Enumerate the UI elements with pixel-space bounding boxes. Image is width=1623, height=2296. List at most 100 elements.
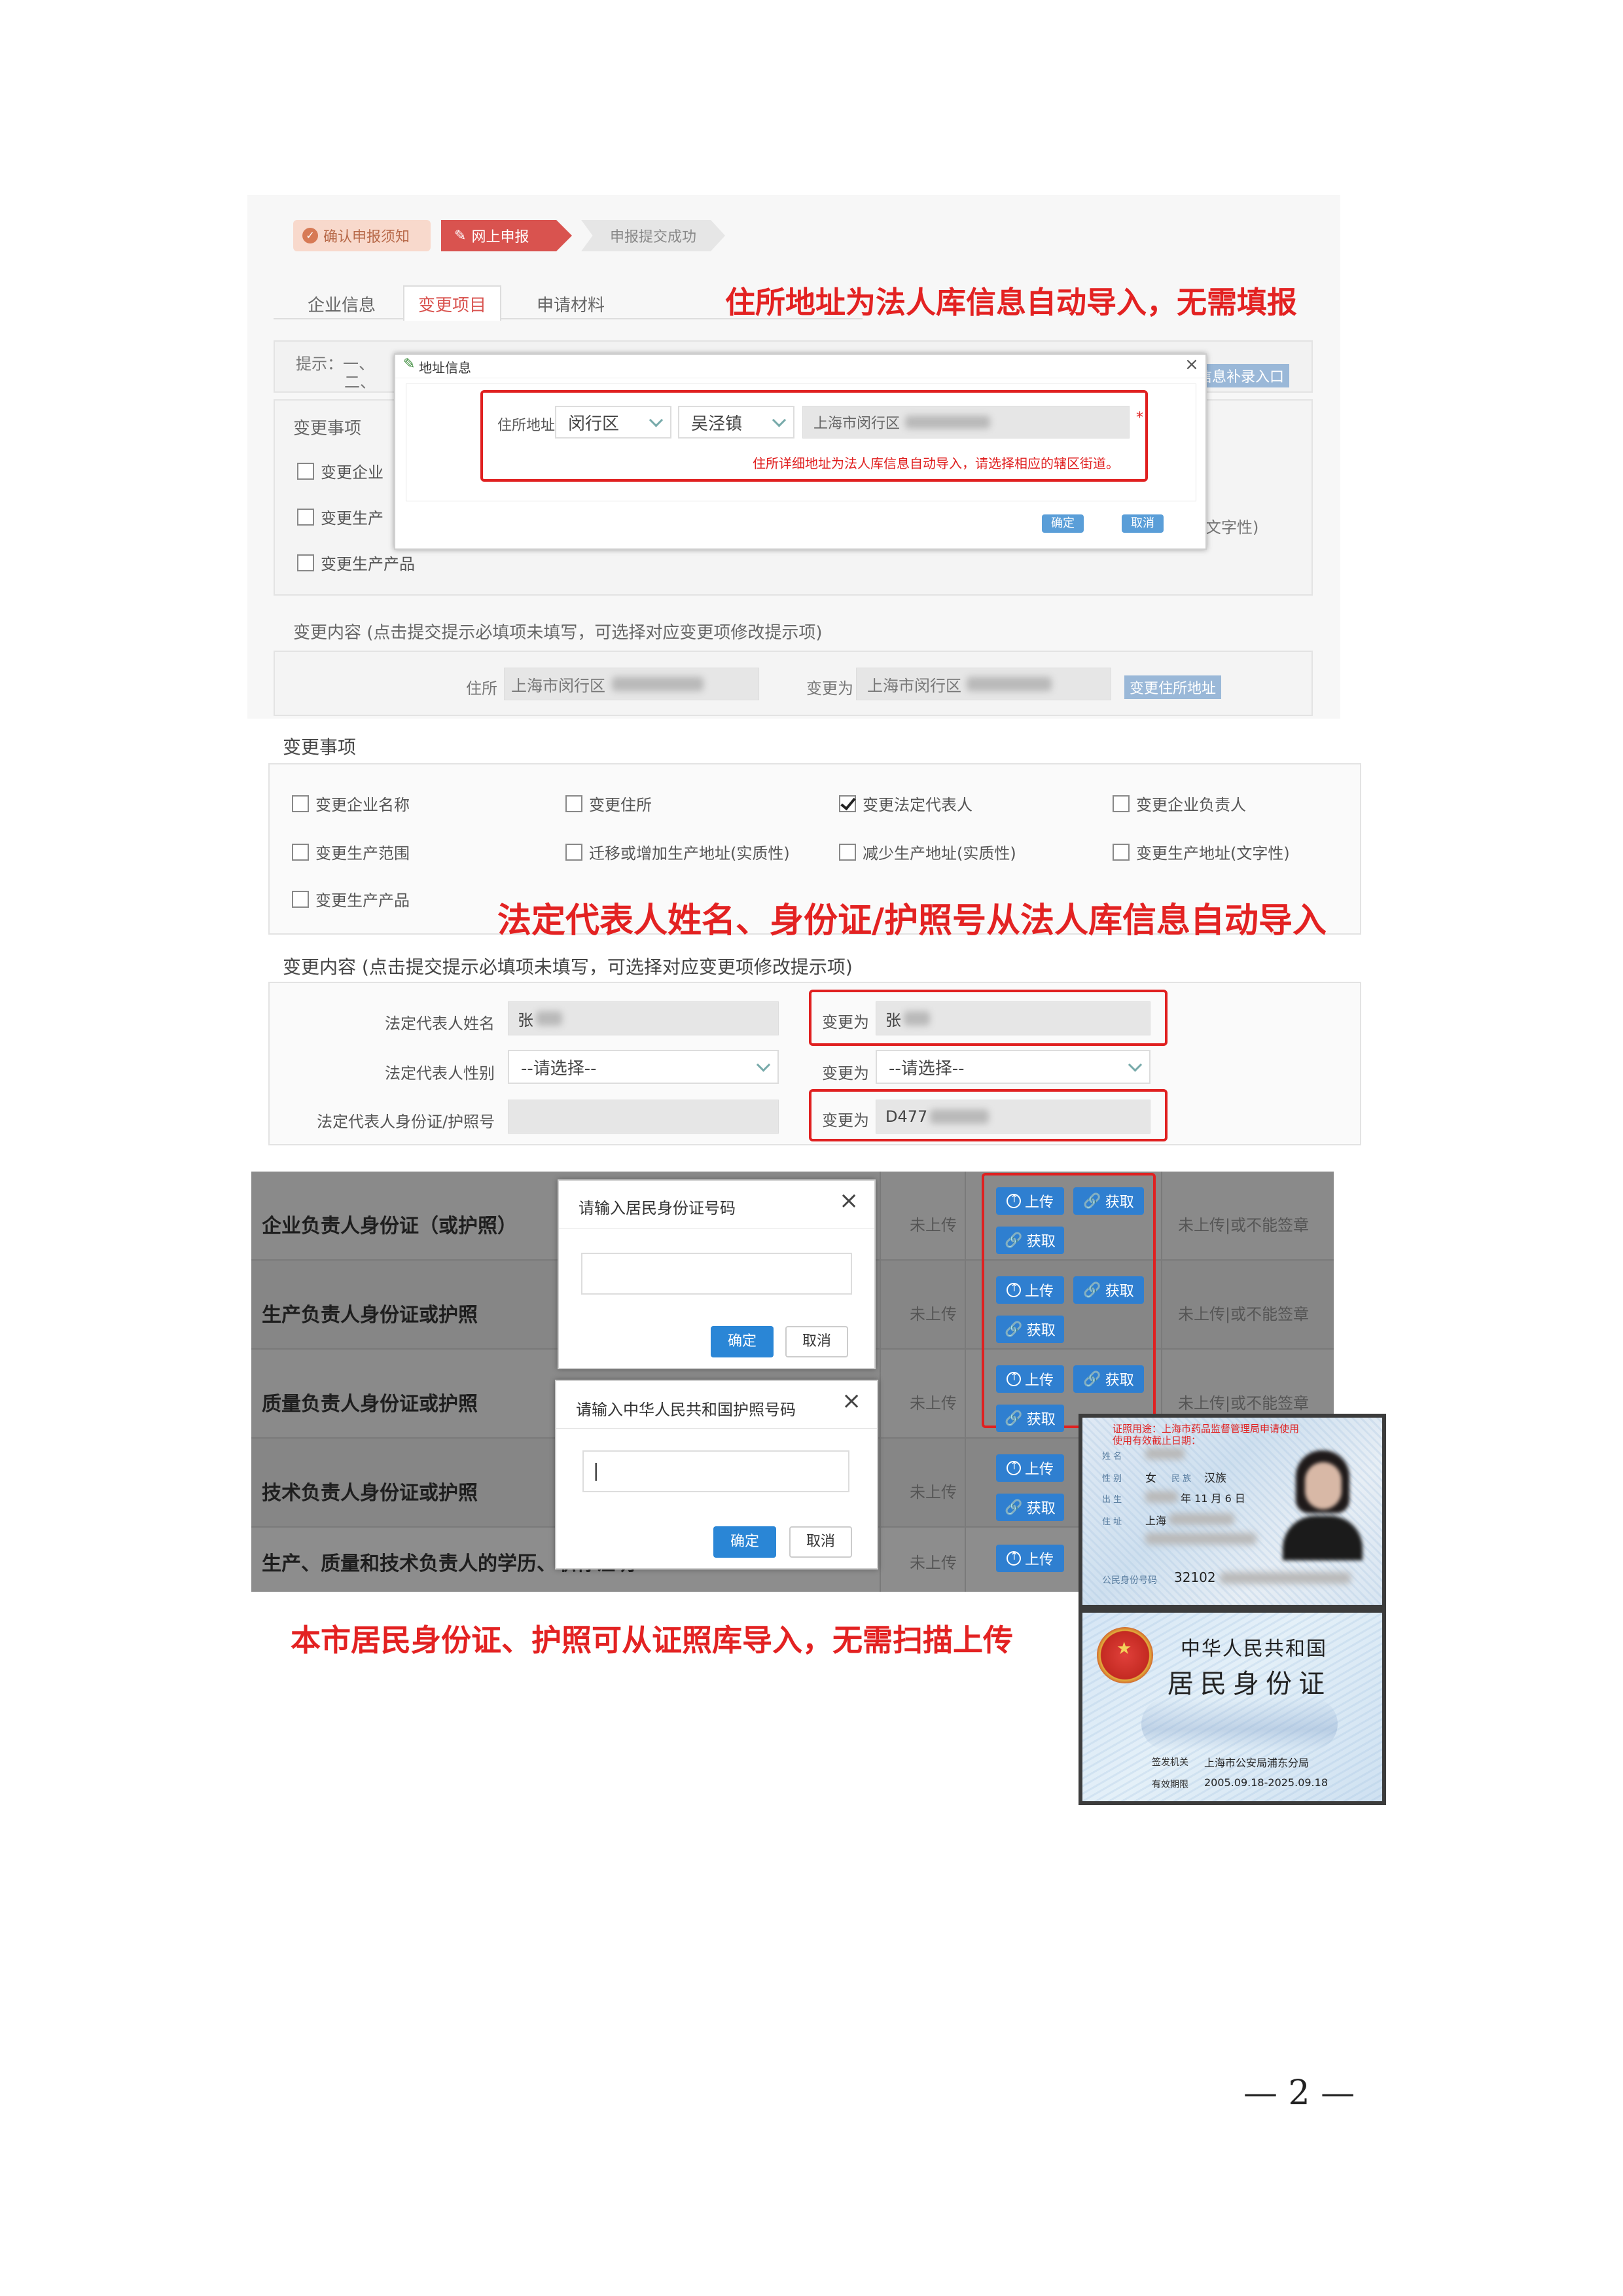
id-addr: 上海 [1145, 1515, 1167, 1527]
step-success[interactable]: 申报提交成功 [581, 220, 725, 251]
dialog-cancel-button[interactable]: 取消 [789, 1526, 852, 1558]
tab-change-items[interactable]: 变更项目 [403, 285, 501, 321]
tab-company-info[interactable]: 企业信息 [308, 292, 376, 316]
passport-number-dialog: 请输入中华人民共和国护照号码 × | 确定 取消 [555, 1380, 878, 1570]
id-field-sex: 性 别 [1102, 1474, 1122, 1484]
checkbox-checked[interactable] [839, 795, 856, 812]
checkbox-reduce-production-address[interactable]: 减少生产地址(实质性) [839, 840, 1016, 863]
fetch-button[interactable]: 🔗 获取 [996, 1494, 1064, 1521]
change-address-button[interactable]: 变更住所地址 [1124, 675, 1222, 699]
table-row-label: 技术负责人身份证或护照 [262, 1482, 478, 1505]
upload-button[interactable]: 上传 [996, 1365, 1064, 1393]
pencil-icon: ✎ [403, 356, 416, 372]
signature-status: 未上传|或不能签章 [1178, 1394, 1310, 1412]
step-label: 申报提交成功 [610, 229, 697, 245]
legal-rep-name-label: 法定代表人姓名 [385, 1014, 495, 1033]
dialog-ok-button[interactable]: 确定 [1042, 514, 1084, 533]
close-icon[interactable]: × [842, 1388, 861, 1414]
upload-button[interactable]: 上传 [996, 1187, 1064, 1215]
checkbox-add-production-address[interactable]: 迁移或增加生产地址(实质性) [565, 840, 790, 863]
great-wall-pattern [1141, 1698, 1338, 1750]
checkbox-change-product[interactable]: 变更生产产品 [297, 551, 415, 574]
section-title: 变更事项 [293, 419, 362, 439]
detail-address-input[interactable]: 上海市闵行区 [802, 406, 1130, 439]
town-select[interactable]: 吴泾镇 [678, 406, 794, 439]
checkbox-change-company-head[interactable]: 变更企业负责人 [1113, 792, 1246, 815]
tab-materials[interactable]: 申请材料 [537, 292, 605, 316]
district-select[interactable]: 闵行区 [555, 406, 671, 439]
button-label: 获取 [1026, 1323, 1056, 1339]
dialog-ok-button[interactable]: 确定 [713, 1526, 776, 1558]
step-confirm[interactable]: ✓ 确认申报须知 [293, 220, 431, 251]
checkbox[interactable] [292, 890, 309, 908]
checkbox[interactable] [565, 795, 582, 812]
checkbox[interactable] [1113, 843, 1130, 861]
button-label: 获取 [1026, 1234, 1056, 1250]
id-number-input[interactable] [581, 1253, 852, 1295]
checkbox[interactable] [292, 843, 309, 861]
fetch-button[interactable]: 🔗 获取 [996, 1316, 1064, 1343]
dialog-tip: 住所详细地址为法人库信息自动导入，请选择相应的辖区街道。 [753, 456, 1119, 471]
legal-rep-id-label: 法定代表人身份证/护照号 [317, 1113, 495, 1131]
checkbox[interactable] [292, 795, 309, 812]
checkbox[interactable] [1113, 795, 1130, 812]
checkbox-change-legal-rep[interactable]: 变更法定代表人 [839, 792, 972, 815]
note-legal-rep-auto: 法定代表人姓名、身份证/护照号从法人库信息自动导入 [497, 901, 1327, 941]
fetch-button[interactable]: 🔗 获取 [996, 1405, 1064, 1432]
button-label: 获取 [1026, 1412, 1056, 1428]
button-label: 上传 [1024, 1462, 1054, 1478]
chevron-down-icon [772, 413, 787, 427]
checkbox-change-scope[interactable]: 变更生产范围 [292, 840, 410, 863]
link-icon: 🔗 [1083, 1193, 1101, 1210]
fetch-button[interactable]: 🔗 获取 [996, 1227, 1064, 1254]
change-content-title: 变更内容 (点击提交提示必填项未填写，可选择对应变更项修改提示项) [293, 623, 823, 643]
fetch-button[interactable]: 🔗 获取 [1073, 1276, 1144, 1304]
passport-number-input[interactable]: | [582, 1450, 849, 1492]
checkbox-change-production-address-text[interactable]: 变更生产地址(文字性) [1113, 840, 1290, 863]
fetch-button[interactable]: 🔗 获取 [1073, 1365, 1144, 1393]
dialog-title: 请输入居民身份证号码 [579, 1199, 736, 1217]
legal-rep-id-change-field[interactable]: D477 [876, 1100, 1150, 1134]
upload-button[interactable]: 上传 [996, 1276, 1064, 1304]
id-number-dialog: 请输入居民身份证号码 × 确定 取消 [558, 1179, 876, 1369]
button-label: 获取 [1026, 1501, 1056, 1517]
legal-rep-gender-select[interactable]: --请选择-- [508, 1050, 779, 1084]
check-icon: ✓ [302, 228, 318, 243]
note-id-import: 本市居民身份证、护照可从证照库导入，无需扫描上传 [291, 1623, 1013, 1658]
address-section: ✓ 确认申报须知 ✎ 网上申报 申报提交成功 企业信息 变更项目 申请材料 住所… [247, 195, 1340, 719]
upload-icon [1006, 1550, 1021, 1566]
checkbox-label: 变更生产地址(文字性) [1136, 844, 1290, 863]
upload-button[interactable]: 上传 [996, 1545, 1064, 1572]
id-field-name: 姓 名 [1102, 1452, 1122, 1462]
dialog-ok-button[interactable]: 确定 [711, 1326, 774, 1357]
info-entry-link[interactable]: 信息补录入口 [1192, 364, 1290, 387]
dialog-addr-label: 住所地址 [497, 418, 556, 434]
fetch-button[interactable]: 🔗 获取 [1073, 1187, 1144, 1215]
checkbox-change-production[interactable]: 变更生产 [297, 505, 383, 528]
checkbox-change-product[interactable]: 变更生产产品 [292, 888, 410, 910]
button-label: 获取 [1105, 1194, 1134, 1211]
close-icon[interactable]: × [839, 1187, 859, 1214]
address-change-field[interactable]: 上海市闵行区 [856, 668, 1111, 700]
dialog-cancel-button[interactable]: 取消 [785, 1326, 848, 1357]
checkbox-label-suffix: 文字性) [1205, 518, 1259, 537]
legal-rep-name-change-field[interactable]: 张 [876, 1001, 1150, 1035]
upload-status: 未上传 [910, 1554, 957, 1572]
checkbox[interactable] [839, 843, 856, 861]
district-value: 闵行区 [568, 414, 620, 434]
upload-icon [1006, 1371, 1021, 1386]
step-online[interactable]: ✎ 网上申报 [441, 220, 572, 251]
upload-button[interactable]: 上传 [996, 1454, 1064, 1482]
link-icon: 🔗 [1005, 1499, 1023, 1516]
checkbox-change-address[interactable]: 变更住所 [565, 792, 652, 815]
table-row-label: 质量负责人身份证或护照 [262, 1393, 478, 1416]
close-icon[interactable]: × [1185, 355, 1199, 374]
legal-rep-name-change-value: 张 [885, 1011, 901, 1030]
checkbox-change-company[interactable]: 变更企业 [297, 459, 383, 482]
checkbox[interactable] [565, 843, 582, 861]
legal-rep-gender-change-select[interactable]: --请选择-- [876, 1050, 1150, 1084]
checkbox-change-company-name[interactable]: 变更企业名称 [292, 792, 410, 815]
checkbox-label: 变更生产 [321, 509, 383, 528]
id-field-issuer: 签发机关 [1152, 1757, 1188, 1768]
dialog-cancel-button[interactable]: 取消 [1122, 514, 1164, 533]
